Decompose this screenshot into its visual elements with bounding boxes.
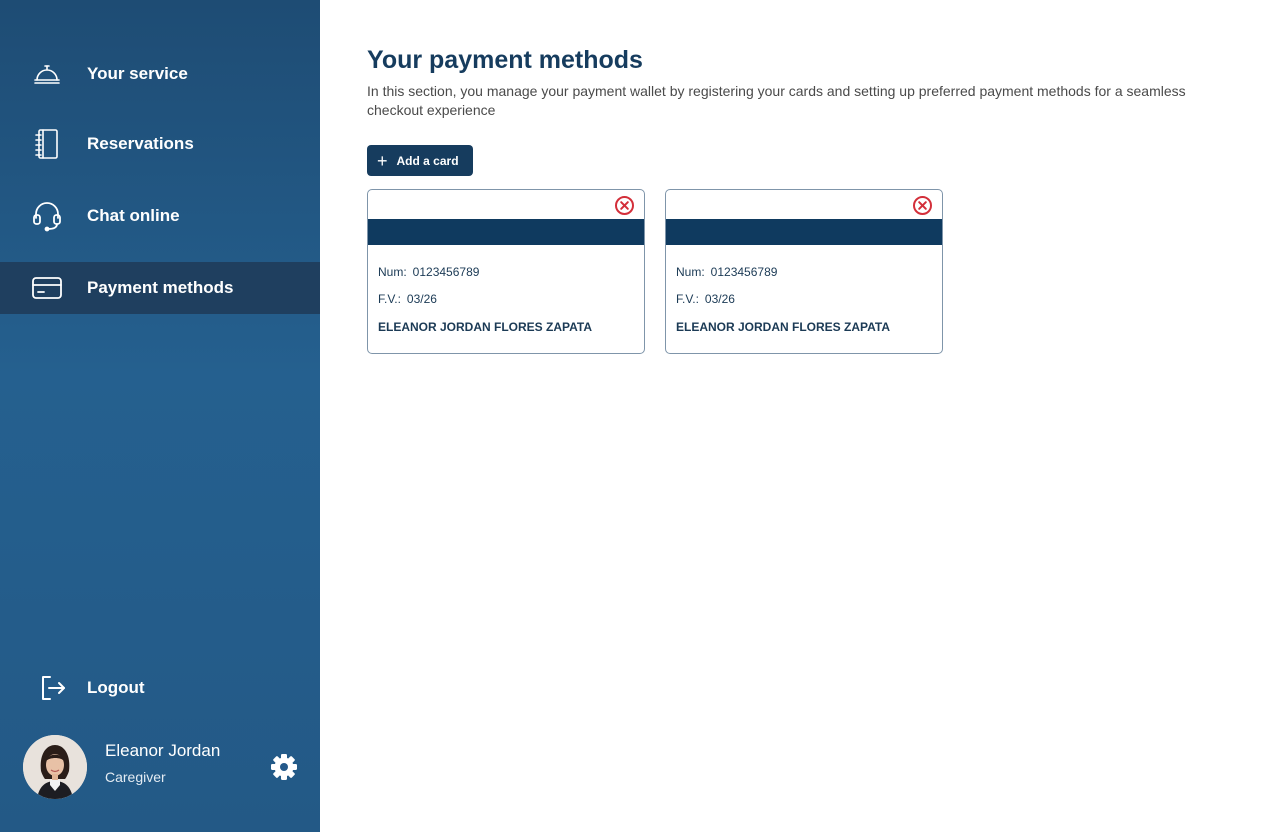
card-expiry: F.V.: 03/26: [378, 292, 437, 306]
nav-label: Chat online: [87, 206, 180, 225]
page-title: Your payment methods: [367, 46, 643, 74]
user-profile: Eleanor Jordan Caregiver: [23, 735, 303, 799]
payment-card: Num: 0123456789 F.V.: 03/26 ELEANOR JORDAN…: [665, 189, 943, 354]
nav-item-your-service[interactable]: Your service: [0, 48, 320, 100]
nav-label: Reservations: [87, 134, 194, 153]
nav-item-chat-online[interactable]: Chat online: [0, 190, 320, 242]
nav-item-reservations[interactable]: Reservations: [0, 118, 320, 170]
card-expiry-label: F.V.:: [676, 292, 699, 306]
add-card-button[interactable]: + Add a card: [367, 145, 473, 176]
card-number-value: 0123456789: [710, 265, 778, 279]
card-expiry-label: F.V.:: [378, 292, 401, 306]
credit-card-icon: [31, 272, 63, 304]
avatar[interactable]: [23, 735, 87, 799]
logout-button[interactable]: Logout: [0, 662, 320, 714]
notebook-icon: [31, 128, 63, 160]
sidebar: Your service Reservations Chat online Pa…: [0, 0, 320, 832]
card-expiry: F.V.: 03/26: [676, 292, 735, 306]
card-number-label: Num:: [378, 265, 407, 279]
card-number: Num: 0123456789: [378, 265, 479, 279]
logout-label: Logout: [87, 678, 145, 697]
nav-label: Your service: [87, 64, 188, 83]
card-holder: ELEANOR JORDAN FLORES ZAPATA: [676, 320, 891, 334]
plus-icon: +: [377, 150, 388, 171]
add-card-label: Add a card: [396, 153, 459, 168]
main-content: Your payment methods In this section, yo…: [320, 0, 1280, 832]
user-role: Caregiver: [105, 769, 166, 785]
card-number: Num: 0123456789: [676, 265, 777, 279]
delete-card-icon[interactable]: [614, 195, 635, 216]
card-stripe: [666, 219, 942, 245]
user-name: Eleanor Jordan: [105, 741, 221, 760]
card-expiry-value: 03/26: [704, 292, 735, 306]
card-stripe: [368, 219, 644, 245]
page-description: In this section, you manage your payment…: [367, 83, 1186, 118]
card-expiry-value: 03/26: [406, 292, 437, 306]
card-holder: ELEANOR JORDAN FLORES ZAPATA: [378, 320, 593, 334]
headset-icon: [31, 200, 63, 232]
settings-gear-icon[interactable]: [269, 752, 299, 782]
logout-icon: [37, 672, 69, 704]
nav-label: Payment methods: [87, 278, 234, 297]
nav-item-payment-methods[interactable]: Payment methods: [0, 262, 320, 314]
service-bell-icon: [31, 58, 63, 90]
card-number-value: 0123456789: [412, 265, 480, 279]
payment-card: Num: 0123456789 F.V.: 03/26 ELEANOR JORDAN…: [367, 189, 645, 354]
card-number-label: Num:: [676, 265, 705, 279]
delete-card-icon[interactable]: [912, 195, 933, 216]
